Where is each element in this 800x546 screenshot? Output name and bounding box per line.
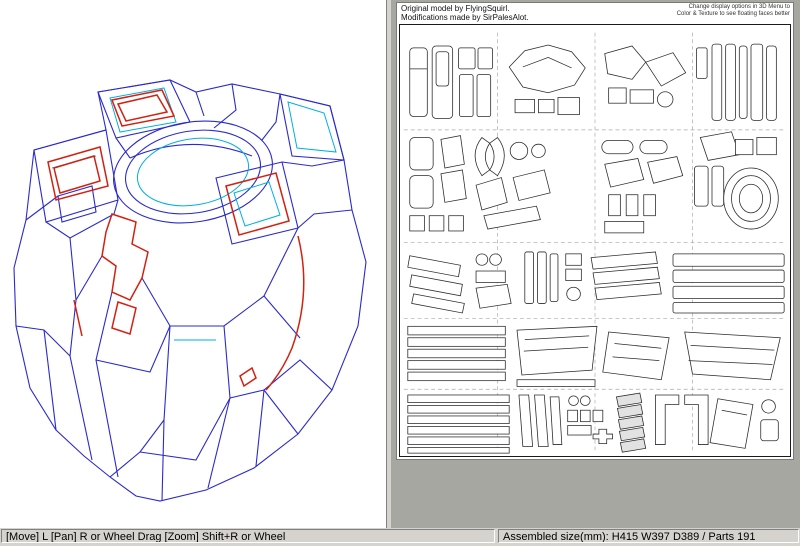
hint-line-2: Color & Texture to see floating faces be… <box>677 11 790 18</box>
wireframe-cyan-lines <box>52 88 336 340</box>
2d-pattern-pane[interactable]: Original model by FlyingSquirl. Modifica… <box>391 0 800 528</box>
status-assembled-size: Assembled size(mm): H415 W397 D389 / Par… <box>498 529 799 543</box>
part-outlines <box>408 44 784 453</box>
3d-viewport[interactable] <box>0 0 387 528</box>
page-header: Original model by FlyingSquirl. Modifica… <box>397 3 793 24</box>
status-mouse-hint: [Move] L [Pan] R or Wheel Drag [Zoom] Sh… <box>1 529 495 543</box>
wireframe-blue-lines <box>14 80 366 501</box>
credit-line-2: Modifications made by SirPalesAlot. <box>401 13 529 22</box>
display-hint: Change display options in 3D Menu to Col… <box>677 4 790 18</box>
model-wireframe <box>0 0 386 528</box>
hint-line-1: Change display options in 3D Menu to <box>677 4 790 11</box>
unfolded-parts[interactable] <box>400 25 790 456</box>
pepakura-window: Original model by FlyingSquirl. Modifica… <box>0 0 800 546</box>
credits: Original model by FlyingSquirl. Modifica… <box>401 4 529 22</box>
status-bar: [Move] L [Pan] R or Wheel Drag [Zoom] Sh… <box>0 528 800 546</box>
parts-frame <box>399 24 791 457</box>
main-area: Original model by FlyingSquirl. Modifica… <box>0 0 800 528</box>
pattern-page[interactable]: Original model by FlyingSquirl. Modifica… <box>396 2 794 460</box>
credit-line-1: Original model by FlyingSquirl. <box>401 4 529 13</box>
